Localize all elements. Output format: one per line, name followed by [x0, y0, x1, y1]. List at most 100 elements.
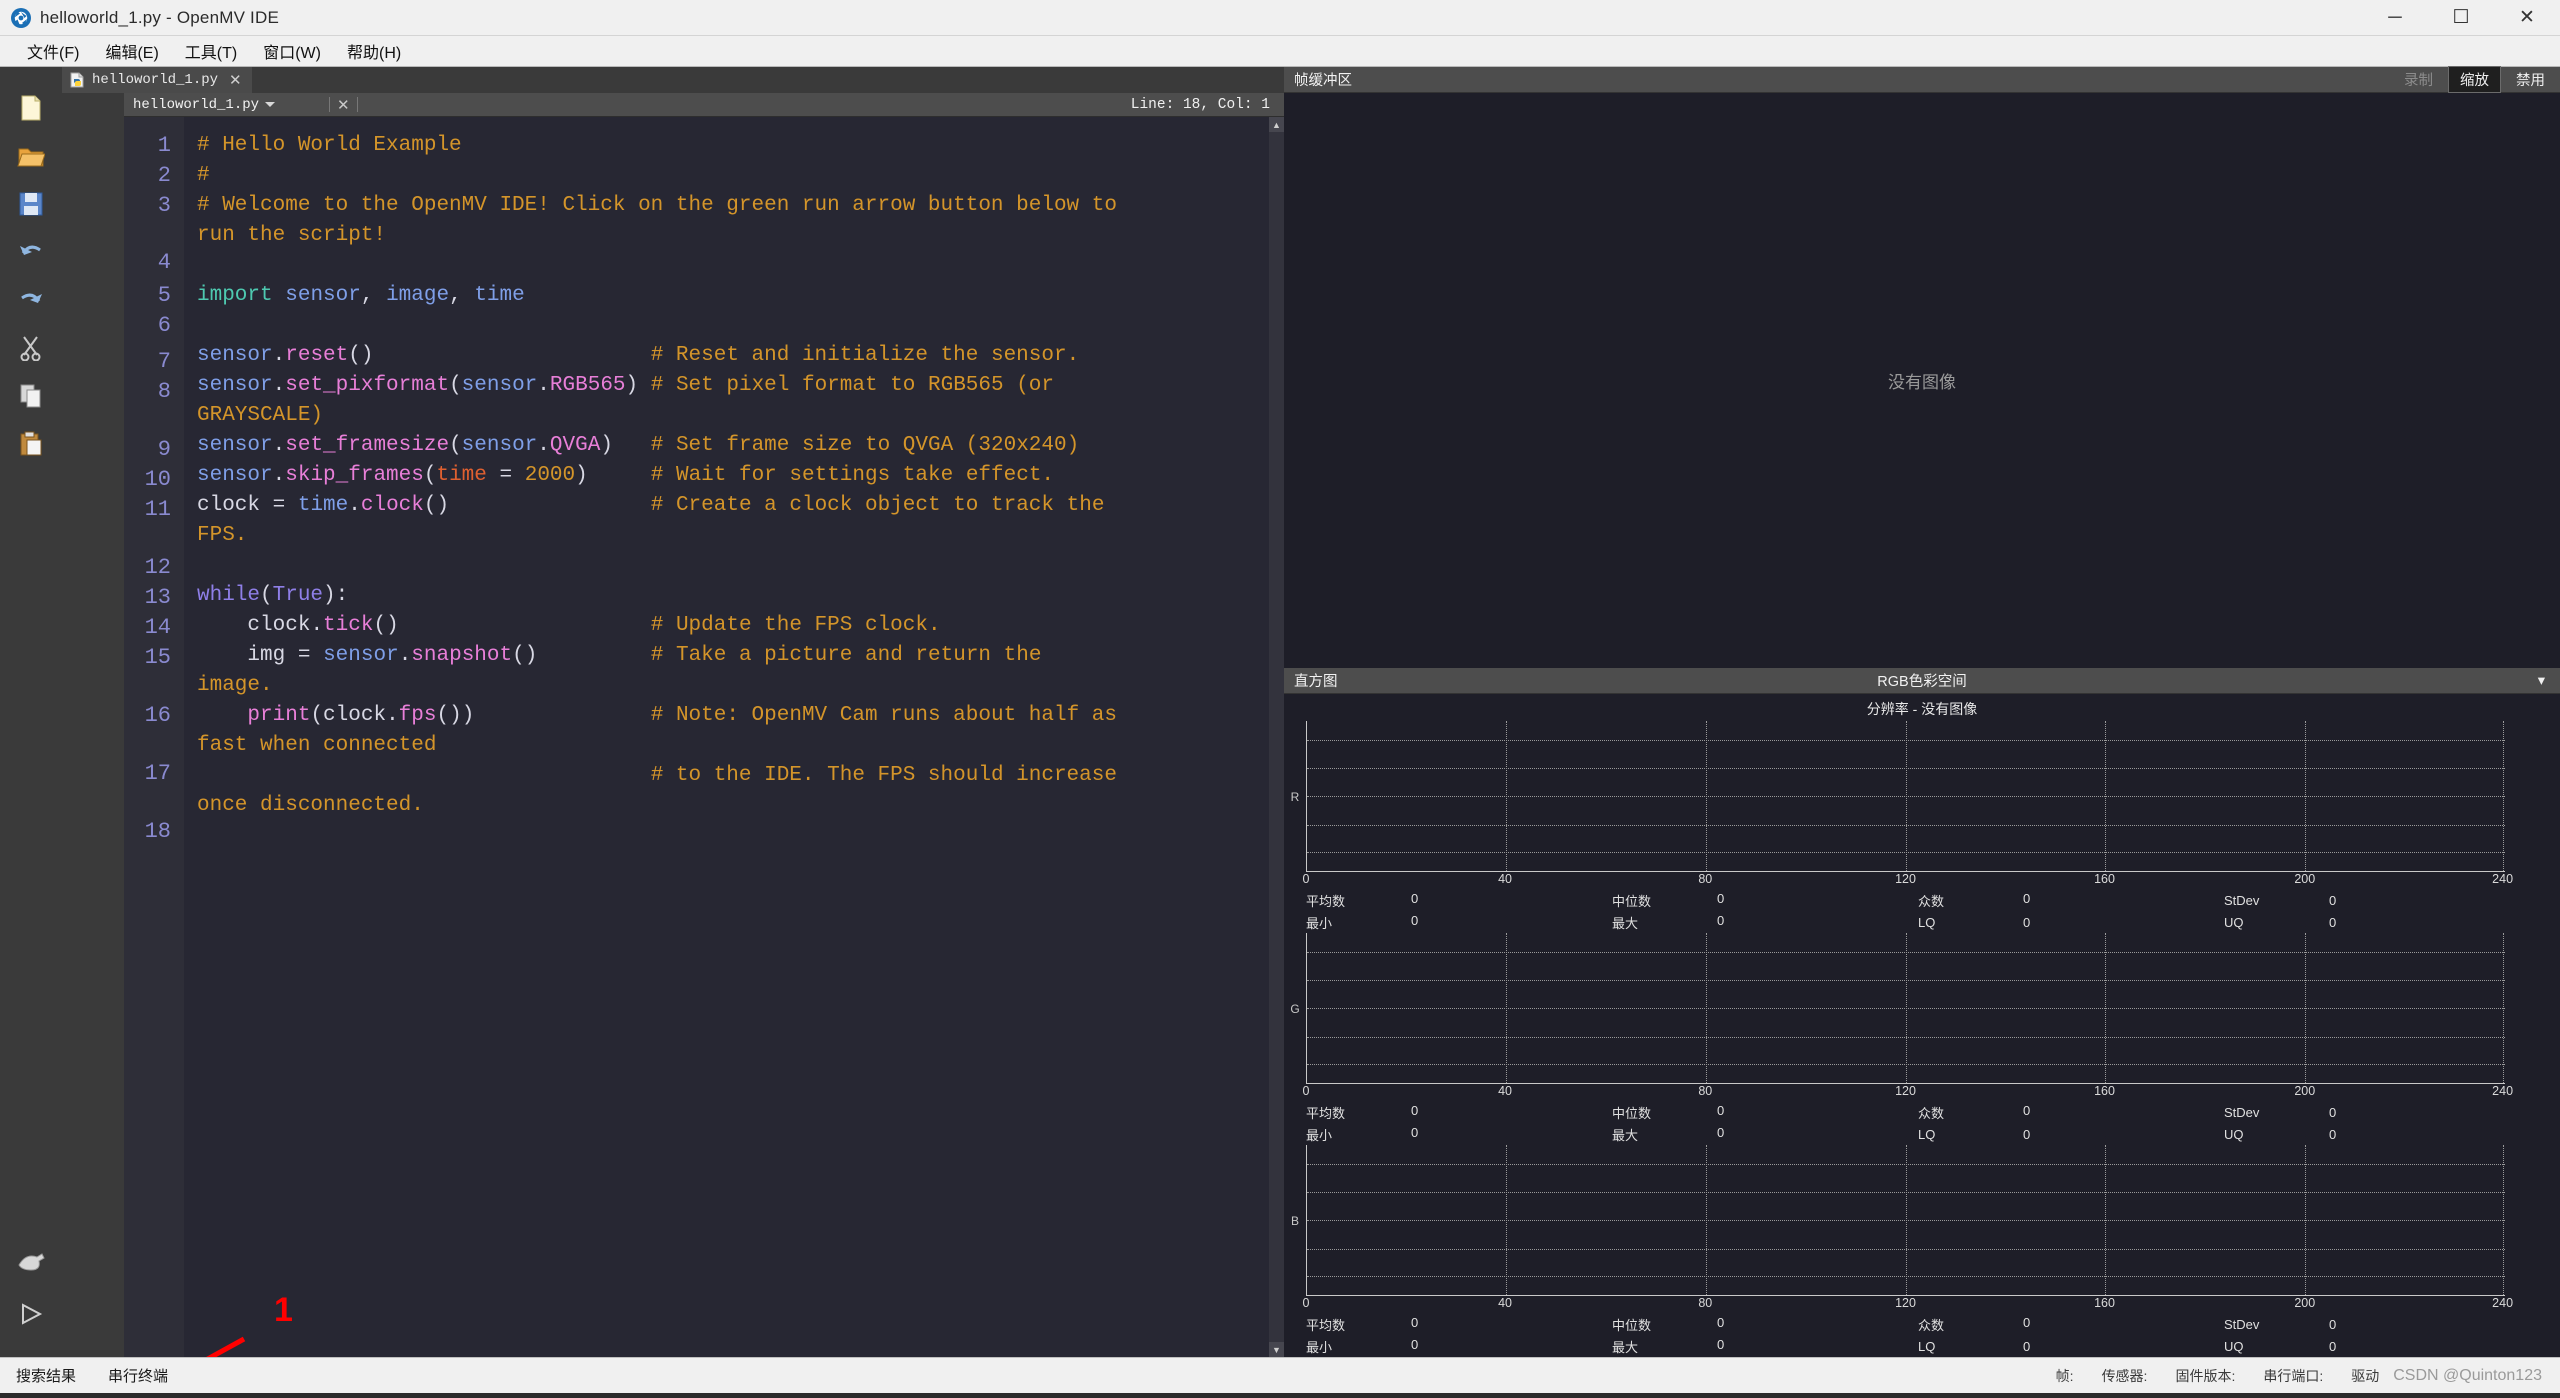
plot-area-b[interactable] [1306, 1145, 2505, 1296]
line-number: 11 [144, 497, 171, 522]
stat-label: UQ [2224, 1126, 2244, 1142]
x-tick: 0 [1302, 872, 1310, 886]
editor-close-icon[interactable]: ✕ [337, 96, 350, 114]
status-bar: 搜索结果 串行终端 帧: 传感器: 固件版本: 串行端口: 驱动 CSDN @Q… [0, 1357, 2560, 1393]
stat-label: 众数 [1918, 1105, 1945, 1121]
status-driver: 驱动 [2351, 1367, 2380, 1384]
gridline-h [1307, 951, 2505, 953]
chevron-down-icon[interactable] [265, 102, 276, 107]
stat-label: 平均数 [1306, 893, 1346, 909]
menu-file[interactable]: 文件(F) [14, 35, 92, 67]
zoom-button[interactable]: 缩放 [2448, 66, 2501, 93]
stat-label: 众数 [1918, 1317, 1945, 1333]
cut-icon[interactable] [12, 331, 50, 365]
undo-icon[interactable] [12, 235, 50, 269]
scroll-up-arrow-icon[interactable]: ▲ [1269, 117, 1284, 132]
disable-button[interactable]: 禁用 [2505, 67, 2556, 92]
sub-bar-divider-2 [356, 97, 358, 112]
plot-row-b: B [1284, 1145, 2550, 1296]
x-tick: 40 [1498, 1084, 1512, 1098]
stat-value: 0 [2329, 1316, 2337, 1332]
framebuffer-view[interactable]: 没有图像 [1284, 93, 2560, 668]
copy-icon[interactable] [12, 379, 50, 413]
line-number: 8 [157, 379, 171, 404]
serial-terminal-tab[interactable]: 串行终端 [92, 1365, 184, 1386]
gridline-h [1307, 1008, 2505, 1009]
framebuffer-empty-text: 没有图像 [1888, 373, 1956, 392]
x-tick: 0 [1302, 1084, 1310, 1098]
code-text[interactable]: # Hello World Example # # Welcome to the… [184, 117, 1269, 1357]
stat-label: 最小 [1306, 1127, 1333, 1143]
stat-value: 0 [2023, 1102, 2031, 1118]
redo-icon[interactable] [12, 283, 50, 317]
menu-tools[interactable]: 工具(T) [172, 35, 250, 67]
open-file-icon[interactable] [12, 139, 50, 173]
watermark: CSDN @Quinton123 [2393, 1366, 2542, 1384]
file-selector-value: helloworld_1.py [133, 96, 260, 113]
x-tick: 120 [1895, 1296, 1916, 1310]
new-file-icon[interactable] [12, 91, 50, 125]
editor-column: helloworld_1.py ✕ helloworld_1.py ✕ Line… [62, 67, 1284, 1357]
file-tab-close-icon[interactable]: ✕ [229, 71, 242, 89]
stats-g: 平均数 0 中位数 0 众数 0 StDev 0 最小 0 最大 0 LQ 0 UQ 0 [1306, 1101, 2530, 1145]
paste-icon[interactable] [12, 427, 50, 461]
x-tick: 160 [2094, 1296, 2115, 1310]
menu-edit[interactable]: 编辑(E) [92, 35, 171, 67]
stat-label: 最小 [1306, 1339, 1333, 1355]
file-tab-helloworld[interactable]: helloworld_1.py ✕ [62, 67, 252, 93]
menu-help[interactable]: 帮助(H) [334, 35, 414, 67]
histogram-channel-g: G 0 40 80 120 160 200 240 平均数 0 中位数 0 众数… [1284, 933, 2560, 1145]
stat-mean: 平均数 0 [1306, 891, 1612, 910]
stat-label: 众数 [1918, 893, 1945, 909]
title-bar: helloworld_1.py - OpenMV IDE ─ ☐ ✕ [0, 0, 2560, 36]
right-panel: 帧缓冲区 录制 缩放 禁用 没有图像 直方图 RGB色彩空间 ▾ 分辨率 - 没… [1284, 66, 2560, 1357]
record-button[interactable]: 录制 [2393, 67, 2444, 92]
stat-value: 0 [2329, 914, 2337, 930]
file-selector-dropdown[interactable]: helloworld_1.py [124, 93, 322, 117]
x-tick: 240 [2492, 1084, 2514, 1098]
line-number: 12 [144, 555, 171, 580]
plot-area-g[interactable] [1306, 933, 2505, 1084]
line-col-indicator: Line: 18, Col: 1 [1130, 96, 1270, 113]
line-number: 2 [157, 163, 171, 188]
editor-scrollbar[interactable]: ▲ ▼ [1269, 117, 1284, 1357]
file-tab-strip: helloworld_1.py ✕ [62, 67, 1284, 93]
stats-row: 最小 0 最大 0 LQ 0 UQ 0 [1306, 1123, 2530, 1145]
stat-value: 0 [2023, 890, 2031, 906]
gridline-h [1307, 1191, 2505, 1193]
stat-value: 0 [1717, 912, 1725, 928]
maximize-button[interactable]: ☐ [2428, 0, 2494, 36]
stat-value: 0 [1717, 1314, 1725, 1330]
stat-value: 0 [2329, 1338, 2337, 1354]
x-tick: 80 [1698, 1084, 1713, 1098]
x-tick: 240 [2492, 872, 2514, 886]
save-file-icon[interactable] [12, 187, 50, 221]
stat-min: 最小 0 [1306, 1337, 1612, 1356]
close-button[interactable]: ✕ [2494, 0, 2560, 36]
stat-uq: UQ 0 [2224, 1339, 2530, 1354]
line-number: 18 [144, 819, 171, 844]
y-axis-label-r: R [1290, 789, 1300, 804]
stat-label: StDev [2224, 1104, 2260, 1120]
menu-window[interactable]: 窗口(W) [250, 35, 334, 67]
plot-area-r[interactable] [1306, 721, 2505, 872]
scroll-down-arrow-icon[interactable]: ▼ [1269, 1342, 1284, 1357]
tool-rail-top [12, 67, 50, 461]
gridline-h [1307, 767, 2505, 769]
colorspace-dropdown-icon[interactable]: ▾ [2527, 671, 2556, 691]
connect-icon[interactable] [12, 1243, 50, 1277]
editor-sub-bar: helloworld_1.py ✕ Line: 18, Col: 1 [62, 92, 1284, 117]
stats-row: 平均数 0 中位数 0 众数 0 StDev 0 [1306, 889, 2530, 911]
line-number: 3 [157, 193, 171, 218]
stat-value: 0 [1717, 1336, 1725, 1352]
line-number: 7 [157, 349, 171, 374]
run-icon[interactable] [12, 1297, 50, 1331]
stats-row: 最小 0 最大 0 LQ 0 UQ 0 [1306, 1335, 2530, 1357]
menu-bar: 文件(F) 编辑(E) 工具(T) 窗口(W) 帮助(H) [0, 36, 2560, 67]
stat-value: 0 [2023, 1338, 2031, 1354]
stat-value: 0 [2023, 914, 2031, 930]
minimize-button[interactable]: ─ [2362, 0, 2428, 36]
stat-label: 最大 [1612, 1127, 1639, 1143]
stat-value: 0 [1717, 890, 1725, 906]
search-results-tab[interactable]: 搜索结果 [0, 1365, 92, 1386]
